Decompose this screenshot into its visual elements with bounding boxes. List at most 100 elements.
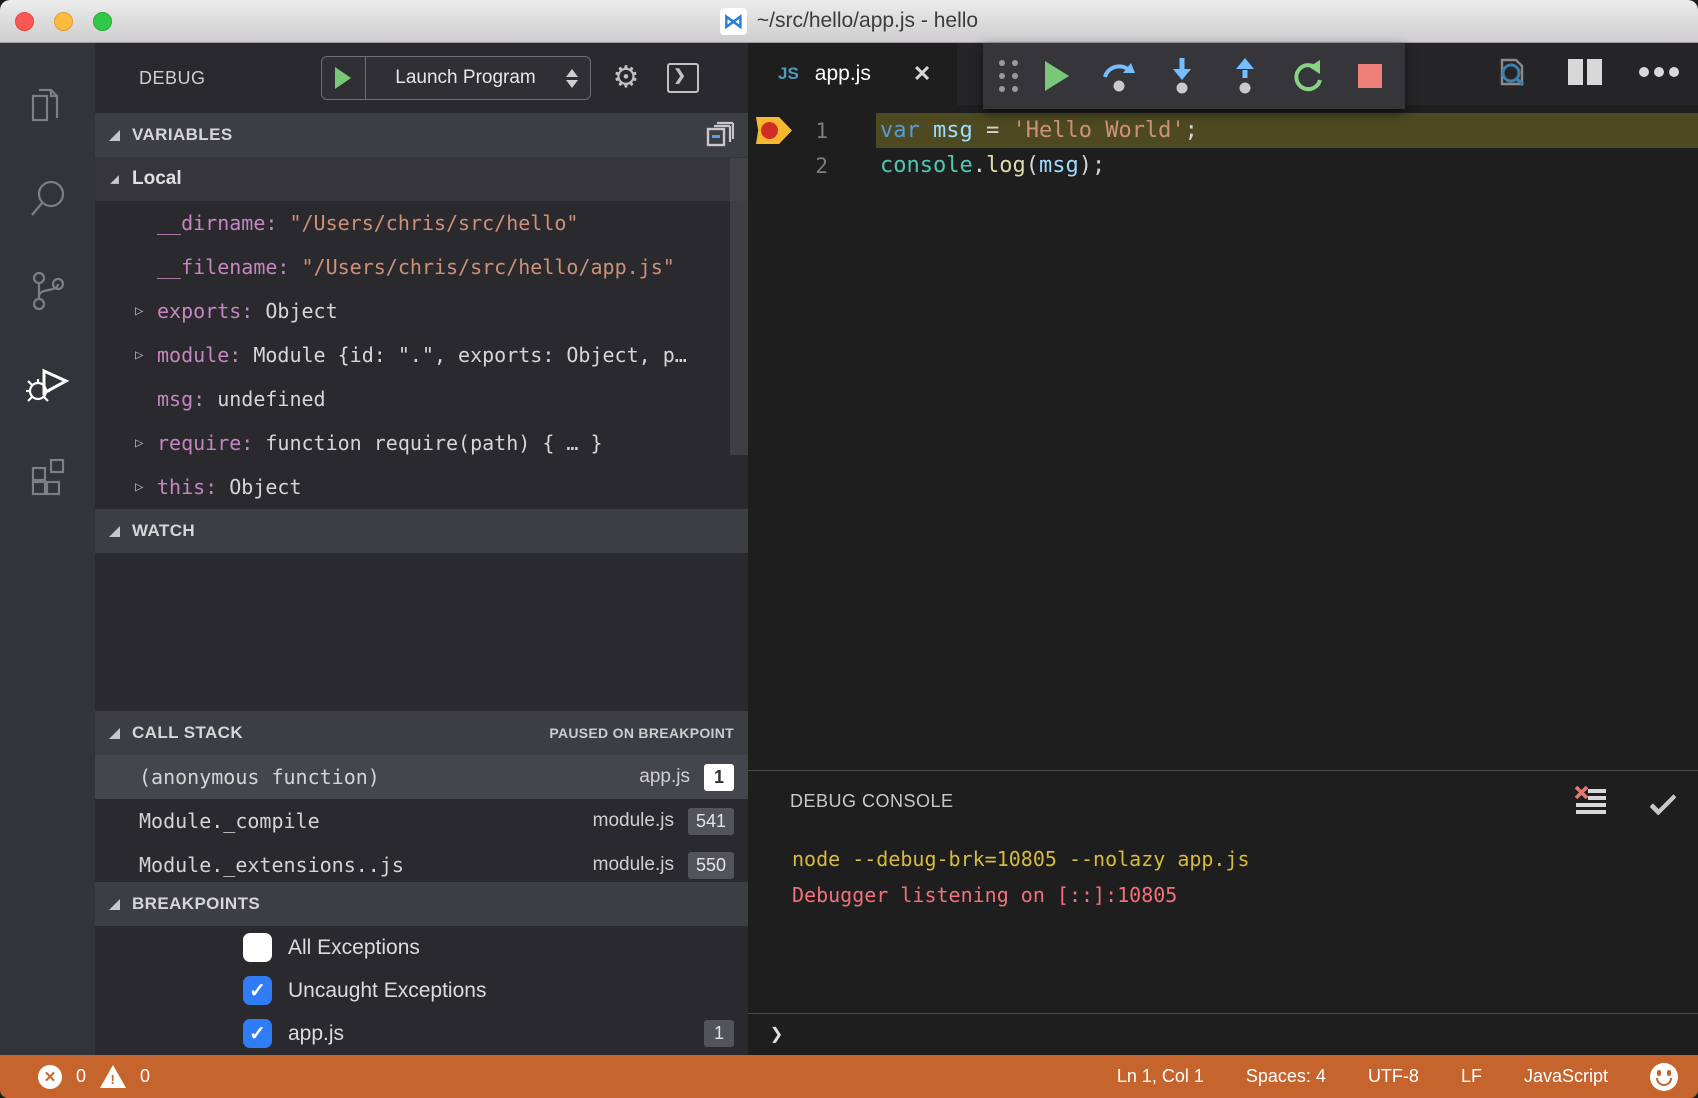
twistie-expanded-icon (110, 175, 119, 184)
stack-frame-row[interactable]: (anonymous function) app.js 1 (95, 755, 748, 799)
sidebar-item-source-control[interactable] (0, 247, 95, 339)
sidebar-item-search[interactable] (0, 155, 95, 247)
step-over-button[interactable] (1094, 51, 1144, 101)
variable-row[interactable]: __filename: "/Users/chris/src/hello/app.… (95, 245, 748, 289)
open-preview-icon[interactable] (1492, 52, 1532, 97)
twistie-expanded-icon (109, 728, 120, 739)
tab-app-js[interactable]: JS app.js ✕ (748, 43, 957, 105)
watch-title: WATCH (132, 521, 195, 541)
extensions-icon (25, 450, 71, 505)
feedback-smiley-icon[interactable] (1650, 1063, 1678, 1091)
launch-config-dropdown[interactable]: Launch Program (321, 56, 591, 100)
watch-section-header[interactable]: WATCH (95, 509, 748, 553)
checkbox-checked[interactable]: ✓ (243, 1019, 272, 1048)
encoding[interactable]: UTF-8 (1368, 1066, 1419, 1087)
minimize-window-button[interactable] (54, 12, 73, 31)
eol-sequence[interactable]: LF (1461, 1066, 1482, 1087)
vscode-window: ⋈ ~/src/hello/app.js - hello (0, 0, 1698, 1098)
restart-button[interactable] (1282, 51, 1332, 101)
language-mode[interactable]: JavaScript (1524, 1066, 1608, 1087)
prompt-chevron-icon: ❯ (770, 1022, 783, 1047)
code-line-2: console.log(msg); (880, 153, 1105, 178)
step-into-button[interactable] (1157, 51, 1207, 101)
paused-status-label: PAUSED ON BREAKPOINT (549, 725, 734, 741)
debug-bug-icon (22, 357, 74, 414)
checkbox-unchecked[interactable] (243, 933, 272, 962)
debug-view-header: DEBUG Launch Program ⚙ ❯ (95, 43, 748, 113)
split-editor-icon[interactable] (1566, 55, 1604, 94)
sidebar-item-explorer[interactable] (0, 63, 95, 155)
close-window-button[interactable] (15, 12, 34, 31)
breakpoints-section-header[interactable]: BREAKPOINTS (95, 882, 748, 926)
step-over-icon (1099, 57, 1139, 95)
collapse-all-icon[interactable] (706, 121, 734, 154)
variables-list: __dirname: "/Users/chris/src/hello" __fi… (95, 201, 748, 509)
scope-label: Local (132, 168, 182, 190)
variable-row[interactable]: __dirname: "/Users/chris/src/hello" (95, 201, 748, 245)
line-number: 2 (748, 154, 828, 178)
step-out-button[interactable] (1220, 51, 1270, 101)
variable-row[interactable]: ▷require: function require(path) { … } (95, 421, 748, 465)
editor-group: JS app.js ✕ (748, 43, 1698, 1055)
warning-count[interactable]: 0 (140, 1066, 150, 1087)
debug-view-title: DEBUG (139, 68, 206, 89)
open-debug-console-icon[interactable]: ❯ (667, 63, 699, 93)
drag-handle-icon[interactable] (999, 60, 1019, 93)
restart-icon (1287, 56, 1327, 96)
breakpoint-count-badge: 1 (704, 1020, 734, 1047)
panel-title: DEBUG CONSOLE (790, 791, 954, 812)
titlebar[interactable]: ⋈ ~/src/hello/app.js - hello (0, 0, 1698, 43)
stack-frame-row[interactable]: Module._extensions..js module.js 550 (95, 843, 748, 882)
variable-row[interactable]: ▷module: Module {id: ".", exports: Objec… (95, 333, 748, 377)
variable-row[interactable]: ▷this: Object (95, 465, 748, 509)
variable-row[interactable]: ▷exports: Object (95, 289, 748, 333)
scope-row-local[interactable]: Local (95, 157, 748, 201)
stop-button[interactable] (1345, 51, 1395, 101)
collapse-panel-icon[interactable] (1649, 788, 1676, 815)
indentation[interactable]: Spaces: 4 (1246, 1066, 1326, 1087)
errors-icon[interactable]: ✕ (38, 1065, 62, 1089)
more-actions-icon[interactable] (1638, 65, 1680, 84)
files-icon (25, 82, 71, 137)
line-number: 1 (748, 119, 828, 143)
variables-section-header[interactable]: VARIABLES (95, 113, 748, 157)
warnings-icon[interactable]: ! (100, 1065, 126, 1088)
search-icon (25, 174, 71, 229)
traffic-lights (15, 12, 112, 31)
sidebar-item-debug[interactable] (0, 339, 95, 431)
step-out-icon (1230, 56, 1260, 96)
breakpoint-row[interactable]: All Exceptions (95, 926, 748, 969)
breakpoints-list: All Exceptions ✓ Uncaught Exceptions ✓ a… (95, 926, 748, 1055)
breakpoints-title: BREAKPOINTS (132, 894, 260, 914)
breakpoint-row[interactable]: ✓ app.js 1 (95, 1012, 748, 1055)
debug-console-input[interactable]: ❯ (748, 1013, 1698, 1055)
variable-row[interactable]: msg: undefined (95, 377, 748, 421)
console-output-line: node --debug-brk=10805 --nolazy app.js (792, 847, 1250, 871)
error-count[interactable]: 0 (76, 1066, 86, 1087)
twistie-expanded-icon (109, 130, 120, 141)
sidebar-item-extensions[interactable] (0, 431, 95, 523)
stop-icon (1358, 64, 1382, 88)
start-debug-button[interactable] (322, 57, 366, 99)
call-stack-section-header[interactable]: CALL STACK PAUSED ON BREAKPOINT (95, 711, 748, 755)
activity-bar (0, 43, 95, 1055)
watch-empty-body[interactable] (95, 553, 748, 711)
checkbox-checked[interactable]: ✓ (243, 976, 272, 1005)
code-line-1: var msg = 'Hello World'; (880, 118, 1198, 143)
debug-toolbar[interactable] (983, 43, 1405, 109)
dropdown-spinner-icon[interactable] (566, 69, 578, 88)
call-stack-list: (anonymous function) app.js 1 Module._co… (95, 755, 748, 882)
clear-console-icon[interactable] (1574, 785, 1608, 824)
step-into-icon (1167, 56, 1197, 96)
cursor-position[interactable]: Ln 1, Col 1 (1117, 1066, 1204, 1087)
code-editor[interactable]: 1 var msg = 'Hello World'; 2 console.log… (748, 105, 1698, 770)
sidebar-scrollbar[interactable] (730, 158, 748, 455)
vscode-app-icon: ⋈ (720, 8, 747, 35)
stack-frame-row[interactable]: Module._compile module.js 541 (95, 799, 748, 843)
continue-button[interactable] (1032, 51, 1082, 101)
zoom-window-button[interactable] (93, 12, 112, 31)
configure-gear-icon[interactable]: ⚙ (613, 63, 640, 93)
debug-console-panel: DEBUG CONSOLE node --debug-brk=10805 --n… (748, 770, 1698, 1055)
breakpoint-row[interactable]: ✓ Uncaught Exceptions (95, 969, 748, 1012)
close-tab-icon[interactable]: ✕ (913, 61, 931, 87)
